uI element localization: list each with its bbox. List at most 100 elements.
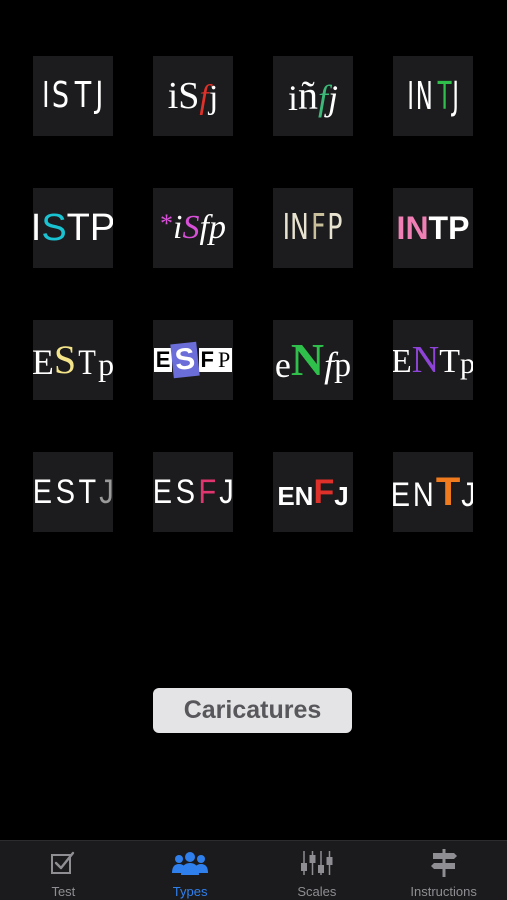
type-tile-infp[interactable]: I N F P xyxy=(273,188,353,268)
tab-test-label: Test xyxy=(51,884,76,899)
type-logo-entj: E N T J xyxy=(393,472,473,512)
letter: P xyxy=(327,207,343,248)
type-tile-estj[interactable]: E S T J xyxy=(33,452,113,532)
letter: N xyxy=(290,207,310,248)
tab-instructions[interactable]: Instructions xyxy=(380,841,507,900)
people-icon xyxy=(170,848,210,878)
type-logo-enfj: E N F J xyxy=(277,475,348,509)
letter: T xyxy=(439,343,461,380)
letter: E xyxy=(33,342,54,382)
letter: S xyxy=(182,209,200,246)
letter: J xyxy=(98,473,113,511)
letter: f xyxy=(324,345,335,385)
letter: E xyxy=(393,343,412,380)
type-logo-infj: i ñ f j xyxy=(287,76,339,118)
letter: E xyxy=(33,473,53,511)
letter: J xyxy=(452,74,459,118)
letter: i xyxy=(287,78,298,118)
type-logo-istp: I S T P xyxy=(33,209,113,247)
letter: S xyxy=(53,337,77,382)
letter: S xyxy=(178,75,200,117)
type-tile-enfp[interactable]: e N f p xyxy=(273,320,353,400)
signpost-icon xyxy=(429,848,459,878)
type-logo-istj: I S T J xyxy=(41,78,104,114)
tab-types-label: Types xyxy=(172,884,208,899)
letter: E xyxy=(153,347,173,372)
type-logo-infp: I N F P xyxy=(281,210,346,246)
letter: * xyxy=(160,209,174,238)
letter: P xyxy=(448,210,470,246)
type-logo-isfp: * i S f p xyxy=(160,211,226,245)
letter: I xyxy=(42,75,50,116)
letter: S xyxy=(41,207,67,249)
letter: J xyxy=(462,478,473,512)
letter: T xyxy=(78,473,97,511)
letter: N xyxy=(411,339,440,381)
letter: p xyxy=(208,209,226,246)
tab-scales[interactable]: Scales xyxy=(254,841,381,900)
type-logo-entp: E N T p xyxy=(393,341,473,379)
letter: J xyxy=(218,473,233,511)
letter: i xyxy=(167,75,179,117)
type-logo-isfj: i S f j xyxy=(168,77,219,115)
letter: S xyxy=(55,473,76,511)
caricatures-button-wrap: Caricatures xyxy=(153,688,352,733)
letter: P xyxy=(215,347,233,372)
type-logo-intp: I N T P xyxy=(397,212,470,244)
letter: N xyxy=(413,476,435,514)
type-tile-entp[interactable]: E N T p xyxy=(393,320,473,400)
letter: F xyxy=(198,473,217,511)
letter: E xyxy=(153,473,173,511)
type-logo-esfp: E S F P xyxy=(153,341,233,379)
letter: p xyxy=(334,347,352,384)
type-tile-istp[interactable]: I S T P xyxy=(33,188,113,268)
tab-types[interactable]: Types xyxy=(127,841,254,900)
letter: I xyxy=(33,207,42,249)
letter: f xyxy=(199,79,209,116)
letter: I xyxy=(282,207,290,248)
caricatures-button[interactable]: Caricatures xyxy=(153,688,352,733)
letter: P xyxy=(89,207,113,249)
type-tile-isfp[interactable]: * i S f p xyxy=(153,188,233,268)
letter: S xyxy=(170,341,201,379)
letter: N xyxy=(415,74,433,118)
type-tile-enfj[interactable]: E N F J xyxy=(273,452,353,532)
letter: T xyxy=(74,75,92,116)
tab-scales-label: Scales xyxy=(297,884,337,899)
type-tile-estp[interactable]: E S T p xyxy=(33,320,113,400)
letter: N xyxy=(405,210,429,246)
tab-test[interactable]: Test xyxy=(0,841,127,900)
letter: F xyxy=(313,473,335,511)
sliders-icon xyxy=(300,848,334,878)
letter: p xyxy=(98,346,113,382)
type-logo-estp: E S T p xyxy=(33,337,113,382)
letter: S xyxy=(175,473,196,511)
tab-instructions-label: Instructions xyxy=(410,884,477,899)
type-logo-esfj: E S F J xyxy=(153,475,233,509)
screen: I S T J i S f j i ñ f j I N T J I S T P … xyxy=(0,0,507,900)
checkbox-icon xyxy=(50,848,76,878)
letter: I xyxy=(407,74,414,118)
type-tile-isfj[interactable]: i S f j xyxy=(153,56,233,136)
type-tile-istj[interactable]: I S T J xyxy=(33,56,113,136)
letter: E xyxy=(393,478,410,512)
type-tile-entj[interactable]: E N T J xyxy=(393,452,473,532)
type-tile-infj[interactable]: i ñ f j xyxy=(273,56,353,136)
letter: T xyxy=(428,210,449,246)
letter: E xyxy=(277,481,295,511)
letter: N xyxy=(290,334,325,385)
type-tile-esfp[interactable]: E S F P xyxy=(153,320,233,400)
type-logo-intj: I N T J xyxy=(405,77,461,115)
letter: T xyxy=(78,342,96,382)
letter: f xyxy=(317,78,328,118)
letter: e xyxy=(274,345,291,385)
type-tile-intj[interactable]: I N T J xyxy=(393,56,473,136)
type-tile-esfj[interactable]: E S F J xyxy=(153,452,233,532)
letter: j xyxy=(328,78,339,118)
letter: i xyxy=(173,209,183,246)
type-tile-intp[interactable]: I N T P xyxy=(393,188,473,268)
letter: F xyxy=(311,207,326,248)
type-grid: I S T J i S f j i ñ f j I N T J I S T P … xyxy=(33,56,474,532)
letter: N xyxy=(294,481,314,511)
type-logo-enfp: e N f p xyxy=(274,334,352,385)
